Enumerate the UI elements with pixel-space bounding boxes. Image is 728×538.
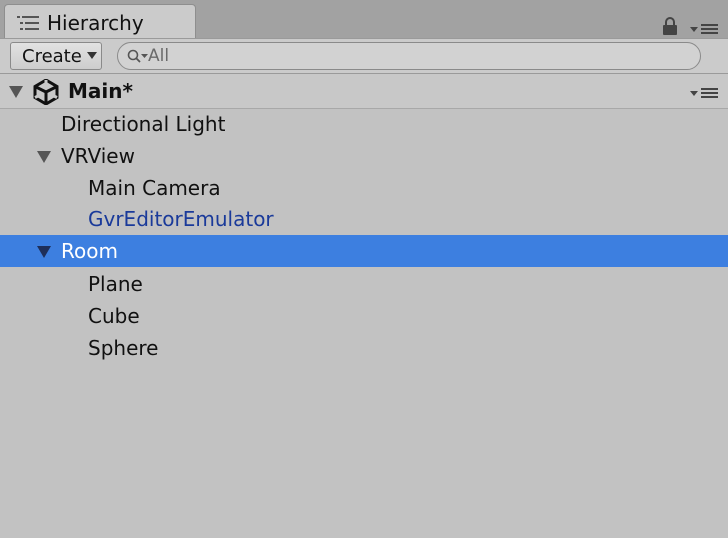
tree-item-gvr-editor-emulator[interactable]: GvrEditorEmulator (0, 203, 728, 235)
lock-icon[interactable] (662, 17, 678, 35)
chevron-down-icon[interactable] (9, 86, 23, 98)
tree-item-label: Directional Light (61, 112, 226, 136)
panel-menu-icon[interactable] (688, 20, 720, 36)
scene-menu-icon[interactable] (688, 84, 720, 100)
tree-item-directional-light[interactable]: Directional Light (0, 108, 728, 140)
chevron-down-icon[interactable] (37, 151, 51, 163)
tree-item-sphere[interactable]: Sphere (0, 332, 728, 364)
unity-logo-icon (33, 79, 59, 105)
tree-item-label: Room (61, 239, 118, 263)
chevron-down-icon[interactable] (37, 246, 51, 258)
create-button-label: Create (22, 46, 82, 67)
hierarchy-list-icon (17, 16, 39, 30)
tree-item-plane[interactable]: Plane (0, 268, 728, 300)
tree-item-label: Sphere (88, 336, 159, 360)
tree-item-label: Plane (88, 272, 143, 296)
tree-item-room[interactable]: Room (0, 235, 728, 267)
tree-item-label: Cube (88, 304, 140, 328)
tab-hierarchy[interactable]: Hierarchy (4, 4, 196, 38)
search-icon (127, 49, 148, 63)
tab-label: Hierarchy (47, 11, 144, 35)
scene-header[interactable]: Main* (0, 74, 728, 109)
search-input[interactable] (148, 44, 688, 68)
hierarchy-toolbar: Create (0, 39, 728, 74)
create-button[interactable]: Create (10, 42, 102, 70)
tab-strip: Hierarchy (0, 0, 728, 39)
scene-name: Main* (68, 79, 133, 103)
tree-item-vrview[interactable]: VRView (0, 140, 728, 172)
tree-item-label: GvrEditorEmulator (88, 207, 274, 231)
tree-item-cube[interactable]: Cube (0, 300, 728, 332)
tree-item-main-camera[interactable]: Main Camera (0, 172, 728, 204)
tree-item-label: VRView (61, 144, 135, 168)
tree-item-label: Main Camera (88, 176, 221, 200)
dropdown-arrow-icon (87, 52, 97, 59)
search-field[interactable] (117, 42, 701, 70)
